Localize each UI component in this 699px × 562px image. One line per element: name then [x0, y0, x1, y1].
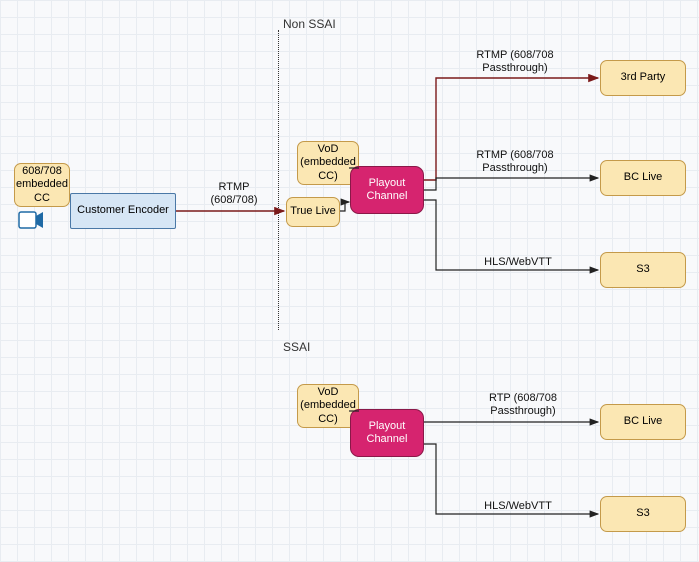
edge-label-s3-bottom: HLS/WebVTT — [463, 500, 573, 513]
connectors — [0, 0, 699, 562]
edge-label-encoder-truelive: RTMP (608/708) — [199, 181, 269, 207]
edge-label-s3-top: HLS/WebVTT — [463, 256, 573, 269]
edge-label-bc-live-top: RTMP (608/708 Passthrough) — [450, 149, 580, 175]
third-party: 3rd Party — [600, 60, 686, 96]
cc-badge: 608/708 embedded CC — [14, 163, 70, 207]
bc-live-bottom: BC Live — [600, 404, 686, 440]
camera-icon — [18, 211, 44, 230]
true-live: True Live — [286, 197, 340, 227]
s3-top: S3 — [600, 252, 686, 288]
playout-channel-top: Playout Channel — [350, 166, 424, 214]
section-label-bottom: SSAI — [283, 340, 310, 354]
s3-bottom: S3 — [600, 496, 686, 532]
bc-live-top: BC Live — [600, 160, 686, 196]
edge-label-bc-live-bottom: RTP (608/708 Passthrough) — [458, 392, 588, 418]
section-label-top: Non SSAI — [283, 17, 336, 31]
customer-encoder: Customer Encoder — [70, 193, 176, 229]
playout-channel-bottom: Playout Channel — [350, 409, 424, 457]
edge-label-third-party: RTMP (608/708 Passthrough) — [450, 49, 580, 75]
section-divider — [278, 30, 279, 330]
